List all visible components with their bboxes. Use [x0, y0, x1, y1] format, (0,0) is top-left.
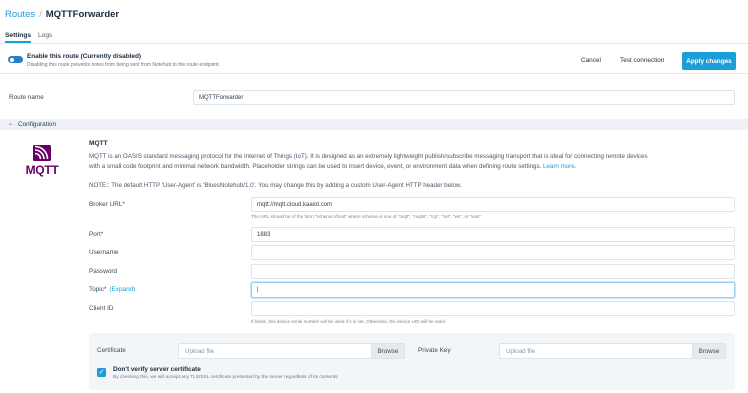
- breadcrumb-separator: /: [39, 9, 42, 20]
- username-input[interactable]: [251, 245, 735, 260]
- configuration-section-header[interactable]: ⌄ Configuration: [0, 119, 748, 130]
- certificate-upload-placeholder[interactable]: Upload file: [179, 344, 371, 358]
- port-input[interactable]: 1883: [251, 227, 735, 242]
- cancel-button[interactable]: Cancel: [581, 57, 601, 64]
- client-id-input[interactable]: [251, 301, 735, 316]
- certificate-label: Certificate: [97, 347, 126, 354]
- port-label: Port*: [89, 231, 104, 238]
- mqtt-description: MQTT is an OASIS standard messaging prot…: [89, 152, 739, 171]
- broker-url-label: Broker URL*: [89, 201, 125, 208]
- broker-url-input[interactable]: mqtt://mqtt.cloud.kaaiot.com: [251, 197, 735, 212]
- private-key-label: Private Key: [418, 347, 451, 354]
- password-label: Password: [89, 268, 118, 275]
- test-connection-button[interactable]: Test connection: [620, 57, 664, 64]
- certificate-panel: [89, 333, 735, 390]
- page-title: MQTTForwarder: [45, 9, 120, 20]
- client-id-label: Client ID: [89, 305, 114, 312]
- enable-route-title: Enable this route (Currently disabled): [27, 53, 141, 60]
- enable-route-description: Disabling this route prevents notes from…: [27, 61, 220, 68]
- user-agent-note: NOTE:: The default HTTP 'User-Agent' is …: [89, 182, 462, 189]
- toggle-knob: [9, 57, 14, 62]
- enable-route-toggle[interactable]: [8, 56, 23, 63]
- breadcrumb-routes-link[interactable]: Routes: [5, 9, 35, 20]
- chevron-down-icon: ⌄: [8, 121, 14, 127]
- mqtt-logo-text: MQTT: [25, 163, 59, 177]
- verify-certificate-title: Don't verify server certificate: [113, 366, 201, 373]
- mqtt-description-line-1: MQTT is an OASIS standard messaging prot…: [89, 153, 648, 160]
- username-label: Username: [89, 249, 119, 256]
- mqtt-description-line-2: with a small code footprint and minimal …: [89, 162, 739, 172]
- apply-changes-button[interactable]: Apply changes: [682, 52, 736, 70]
- tab-bar: Settings Logs: [0, 30, 748, 44]
- checkmark-icon: ✓: [98, 369, 105, 376]
- configuration-title: Configuration: [18, 121, 57, 128]
- certificate-upload[interactable]: Upload file Browse: [178, 343, 405, 359]
- tab-settings[interactable]: Settings: [5, 32, 32, 43]
- mqtt-title: MQTT: [89, 140, 108, 147]
- broker-url-hint: The URL should be of the form "scheme://…: [251, 214, 483, 219]
- certificate-browse-button[interactable]: Browse: [371, 344, 404, 358]
- client-id-hint: If blank, this device serial number will…: [251, 319, 447, 324]
- verify-certificate-description: By checking this, we will accept any TLS…: [113, 375, 339, 380]
- private-key-upload[interactable]: Upload file Browse: [499, 343, 726, 359]
- breadcrumb: Routes / MQTTForwarder: [5, 9, 119, 20]
- page-header: Routes / MQTTForwarder: [0, 0, 748, 30]
- mqtt-description-text: with a small code footprint and minimal …: [89, 162, 542, 170]
- private-key-browse-button[interactable]: Browse: [692, 344, 725, 358]
- topic-input[interactable]: |: [251, 282, 735, 298]
- tab-logs[interactable]: Logs: [38, 32, 52, 39]
- password-input[interactable]: [251, 264, 735, 279]
- topic-label: Topic* (Expand): [89, 286, 135, 293]
- private-key-upload-placeholder[interactable]: Upload file: [500, 344, 692, 358]
- verify-certificate-checkbox[interactable]: ✓: [97, 368, 106, 377]
- topic-label-text: Topic*: [89, 286, 107, 293]
- route-name-label: Route name: [9, 94, 44, 101]
- route-name-input[interactable]: MQTTForwarder: [193, 90, 735, 105]
- learn-more-link[interactable]: Learn more.: [543, 163, 576, 170]
- topic-expand-link[interactable]: (Expand): [109, 286, 135, 293]
